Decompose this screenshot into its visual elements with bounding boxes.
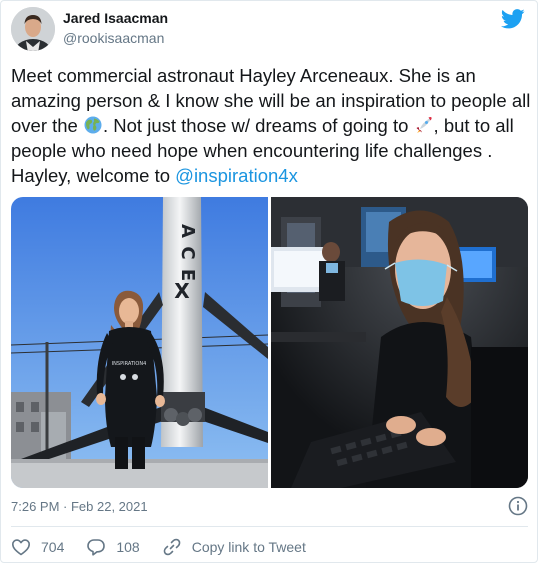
heart-icon [12, 539, 30, 556]
tweet-actions-bar: 704 108 Copy link to Tweet [11, 536, 328, 558]
rocket-emoji-icon [416, 117, 432, 133]
like-count: 704 [41, 539, 65, 555]
author-name[interactable]: Jared Isaacman [63, 10, 168, 26]
tweet-timestamp[interactable]: 7:26 PM · Feb 22, 2021 [11, 499, 148, 514]
speech-bubble-icon [87, 539, 106, 556]
photo-hayley-by-rocket[interactable]: A C E X INSPIRATION4 [11, 197, 268, 488]
actions-divider [11, 526, 528, 527]
tweet-media-grid: A C E X INSPIRATION4 [11, 197, 528, 488]
svg-text:C: C [177, 246, 198, 259]
tweet-text-part: . Not just those w/ dreams of going to [103, 115, 414, 136]
svg-text:INSPIRATION4: INSPIRATION4 [112, 361, 147, 367]
info-circle-icon[interactable] [508, 496, 528, 516]
twitter-bird-icon[interactable] [501, 9, 525, 29]
svg-text:A: A [177, 224, 198, 238]
tweet-text: Meet commercial astronaut Hayley Arcenea… [11, 63, 531, 188]
svg-text:X: X [174, 279, 190, 303]
mention-link-inspiration4x[interactable]: @inspiration4x [175, 165, 298, 186]
author-avatar[interactable] [11, 7, 55, 51]
reply-button[interactable]: 108 [86, 537, 140, 557]
copy-link-button[interactable]: Copy link to Tweet [162, 537, 306, 557]
photo-hayley-at-computer[interactable] [271, 197, 528, 488]
like-button[interactable]: 704 [11, 537, 64, 557]
globe-emoji-icon [84, 116, 102, 134]
author-handle[interactable]: @rookisaacman [63, 30, 164, 46]
copy-link-label: Copy link to Tweet [191, 539, 306, 555]
tweet-card: Jared Isaacman @rookisaacman Meet commer… [0, 0, 538, 563]
link-icon [163, 538, 181, 556]
reply-count: 108 [116, 539, 140, 555]
